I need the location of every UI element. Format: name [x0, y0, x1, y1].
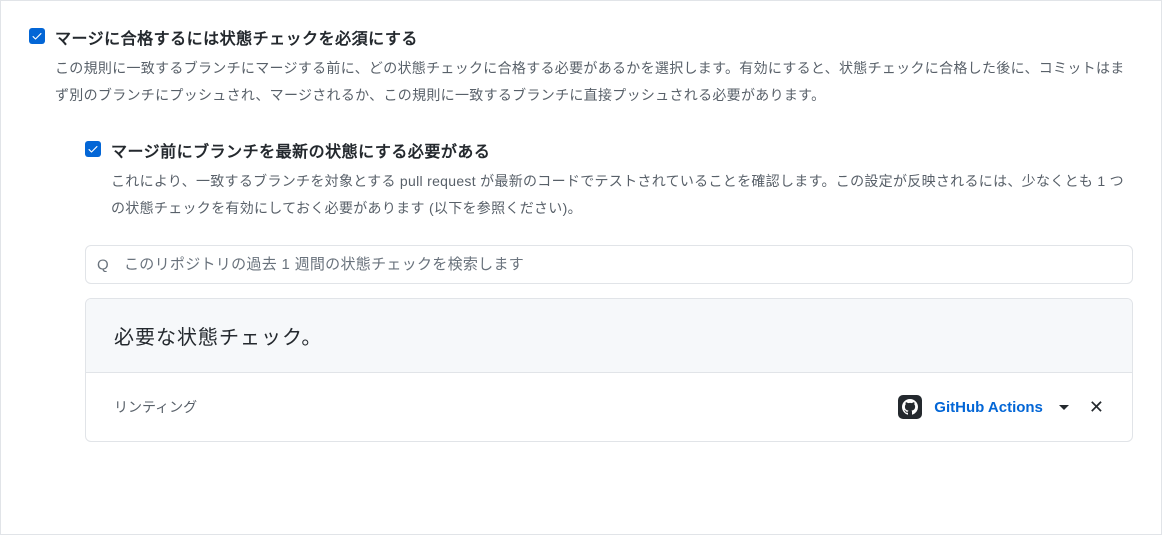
check-icon — [87, 143, 99, 155]
github-icon — [898, 395, 922, 419]
require-up-to-date-checkbox[interactable] — [85, 141, 101, 157]
required-checks-header: 必要な状態チェック。 — [86, 299, 1132, 373]
check-source-dropdown[interactable]: GitHub Actions — [934, 399, 1043, 416]
remove-check-button[interactable]: ✕ — [1089, 398, 1104, 416]
require-up-to-date-desc: これにより、一致するブランチを対象とする pull request が最新のコー… — [111, 168, 1133, 221]
require-status-checks-desc: この規則に一致するブランチにマージする前に、どの状態チェックに合格する必要がある… — [55, 55, 1133, 108]
require-status-checks-title: マージに合格するには状態チェックを必須にする — [55, 25, 1133, 49]
required-checks-card: 必要な状態チェック。 リンティング GitHub Actions ✕ — [85, 298, 1133, 442]
check-icon — [31, 30, 43, 42]
check-name: リンティング — [114, 397, 197, 417]
chevron-down-icon[interactable] — [1059, 405, 1069, 410]
required-check-row: リンティング GitHub Actions ✕ — [86, 373, 1132, 441]
search-icon: Q — [97, 256, 109, 273]
require-status-checks-checkbox[interactable] — [29, 28, 45, 44]
status-check-search-input[interactable] — [85, 245, 1133, 284]
require-up-to-date-title: マージ前にブランチを最新の状態にする必要がある — [111, 138, 1133, 162]
branch-protection-panel: マージに合格するには状態チェックを必須にする この規則に一致するブランチにマージ… — [0, 0, 1162, 535]
